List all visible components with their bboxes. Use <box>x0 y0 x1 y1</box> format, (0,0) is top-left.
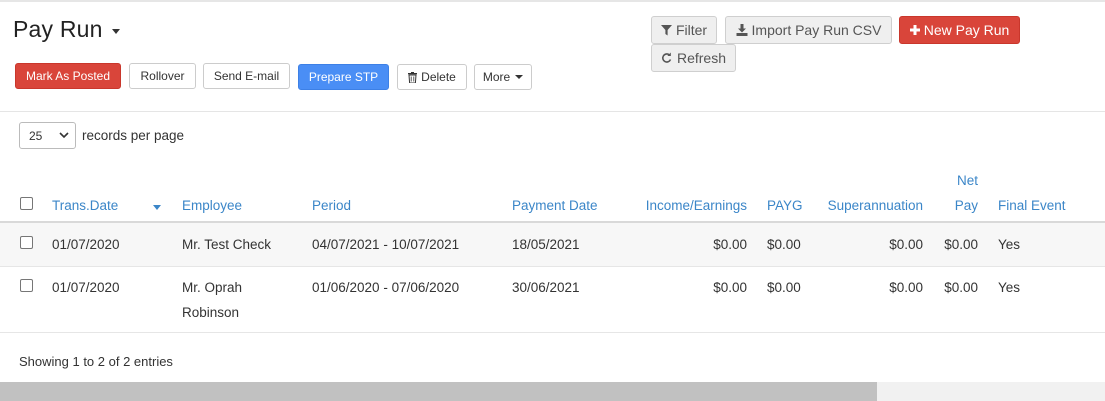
cell-period: 01/06/2020 - 07/06/2020 <box>312 280 460 295</box>
cell-final-event: Yes <box>998 280 1021 295</box>
filter-icon <box>660 24 672 36</box>
cell-net-pay: $0.00 <box>944 280 978 295</box>
page-size-value: 25 <box>29 128 43 143</box>
cell-net-pay: $0.00 <box>944 237 978 252</box>
mark-as-posted-button[interactable]: Mark As Posted <box>15 63 121 89</box>
refresh-label: Refresh <box>676 50 727 66</box>
import-pay-run-csv-button[interactable]: Import Pay Run CSV <box>725 16 892 44</box>
prepare-stp-button[interactable]: Prepare STP <box>298 64 389 90</box>
refresh-icon <box>661 52 673 64</box>
chevron-down-icon <box>59 132 69 139</box>
trash-icon <box>408 71 418 83</box>
top-border <box>0 0 1105 2</box>
send-email-button[interactable]: Send E-mail <box>203 63 290 89</box>
cell-super: $0.00 <box>889 280 923 295</box>
refresh-button[interactable]: Refresh <box>651 44 736 72</box>
row-checkbox[interactable] <box>20 236 33 249</box>
page-size-control: 25 records per page <box>19 122 184 149</box>
cell-trans-date: 01/07/2020 <box>52 237 120 252</box>
column-header-trans-date[interactable]: Trans.Date <box>52 198 118 213</box>
cell-income: $0.00 <box>713 280 747 295</box>
sort-descending-icon[interactable] <box>153 205 161 210</box>
cell-income: $0.00 <box>713 237 747 252</box>
records-per-page-label: records per page <box>82 128 185 143</box>
column-header-payment-date[interactable]: Payment Date <box>512 198 598 213</box>
column-header-superannuation[interactable]: Superannuation <box>810 198 923 213</box>
row-checkbox[interactable] <box>20 279 33 292</box>
table-info: Showing 1 to 2 of 2 entries <box>19 354 173 369</box>
cell-payg: $0.00 <box>767 237 801 252</box>
cell-super: $0.00 <box>889 237 923 252</box>
column-header-period[interactable]: Period <box>312 198 351 213</box>
page-title: Pay Run <box>13 16 103 42</box>
filter-button[interactable]: Filter <box>651 16 717 44</box>
cell-employee: Mr. Oprah <box>182 280 243 295</box>
row-divider <box>0 332 1105 333</box>
filter-label: Filter <box>675 22 708 38</box>
new-pay-run-button[interactable]: New Pay Run <box>899 16 1020 44</box>
column-header-income-earnings[interactable]: Income/Earnings <box>630 198 747 213</box>
page-title-dropdown[interactable]: Pay Run <box>13 16 120 43</box>
more-label: More <box>482 70 511 84</box>
cell-employee-line2: Robinson <box>182 305 240 320</box>
divider <box>0 111 1105 112</box>
rollover-button[interactable]: Rollover <box>129 63 196 89</box>
column-header-net-pay-line1[interactable]: Net <box>940 173 978 188</box>
column-header-final-event[interactable]: Final Event <box>998 198 1066 213</box>
caret-down-icon <box>515 75 524 79</box>
cell-payment-date: 18/05/2021 <box>512 237 580 252</box>
delete-button[interactable]: Delete <box>397 64 467 90</box>
caret-down-icon <box>111 28 120 34</box>
column-header-payg[interactable]: PAYG <box>767 198 803 213</box>
new-pay-run-label: New Pay Run <box>923 22 1010 38</box>
cell-final-event: Yes <box>998 237 1021 252</box>
column-header-net-pay-line2[interactable]: Pay <box>940 198 978 213</box>
plus-icon <box>909 25 920 35</box>
more-dropdown-button[interactable]: More <box>474 64 532 90</box>
cell-period: 04/07/2021 - 10/07/2021 <box>312 237 460 252</box>
cell-payg: $0.00 <box>767 280 801 295</box>
page-size-select[interactable]: 25 <box>19 122 76 149</box>
column-header-employee[interactable]: Employee <box>182 198 242 213</box>
delete-label: Delete <box>421 70 456 84</box>
download-icon <box>736 24 748 36</box>
cell-employee: Mr. Test Check <box>182 237 272 252</box>
horizontal-scrollbar-thumb[interactable] <box>0 382 877 401</box>
row-divider <box>0 266 1105 267</box>
import-label: Import Pay Run CSV <box>751 22 882 38</box>
cell-payment-date: 30/06/2021 <box>512 280 580 295</box>
select-all-checkbox[interactable] <box>20 197 33 210</box>
cell-trans-date: 01/07/2020 <box>52 280 120 295</box>
